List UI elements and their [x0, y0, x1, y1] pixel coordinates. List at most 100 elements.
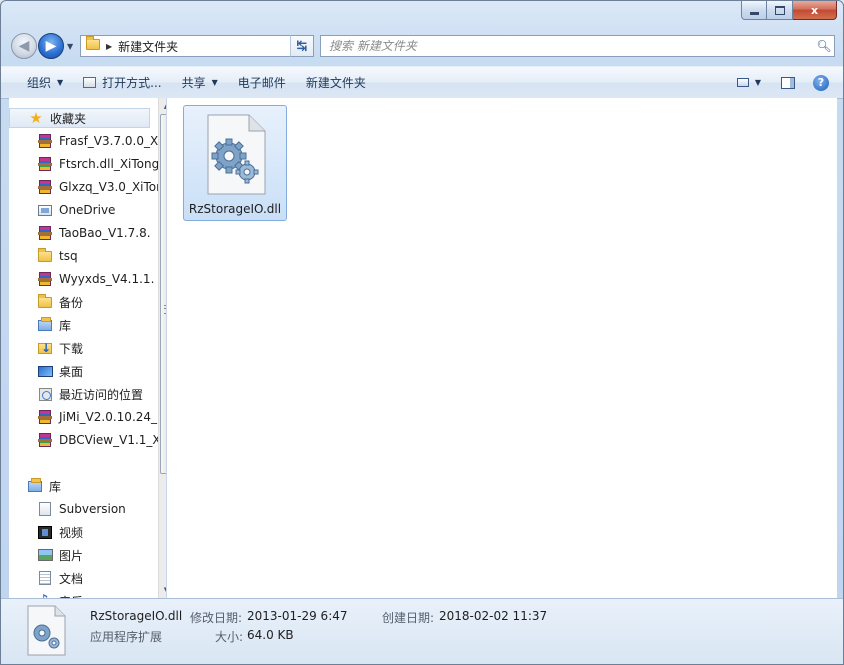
help-button[interactable]: ?	[807, 67, 843, 98]
caption-buttons: x	[741, 1, 837, 20]
share-label: 共享	[181, 76, 206, 90]
minimize-button[interactable]	[741, 1, 767, 20]
recent-pages-dropdown[interactable]: ▼	[67, 42, 73, 51]
open-with-icon	[83, 77, 97, 88]
tree-item-label: 库	[49, 479, 62, 494]
search-input[interactable]	[321, 38, 814, 54]
favorites-header[interactable]: ★ 收藏夹	[9, 108, 150, 128]
sidebar-library-item[interactable]: 文档	[9, 568, 166, 588]
rar-archive-icon	[37, 432, 53, 448]
sidebar-favorite-item[interactable]: OneDrive	[9, 200, 166, 220]
svn-library-icon	[37, 501, 53, 517]
sidebar-library-item[interactable]: 音乐	[9, 591, 166, 598]
navigation-pane-scrollbar[interactable]: ▲ ▼	[158, 98, 166, 598]
details-file-name: RzStorageIO.dll	[90, 609, 183, 623]
refresh-button[interactable]: ↹	[290, 35, 314, 57]
search-box[interactable]: 🔍︎	[320, 35, 835, 57]
change-view-button[interactable]	[733, 67, 753, 98]
tree-item-label: 文档	[59, 571, 84, 586]
email-button[interactable]: 电子邮件	[228, 67, 296, 98]
sidebar-favorite-item[interactable]: 库	[9, 315, 166, 335]
maximize-button[interactable]	[767, 1, 793, 20]
sidebar-favorite-item[interactable]: Ftsrch.dll_XiTongCheng	[9, 154, 166, 174]
details-size-value: 64.0 KB	[247, 628, 294, 642]
forward-button[interactable]: ▶	[38, 33, 64, 59]
tree-item-label: 库	[59, 318, 72, 333]
help-icon: ?	[813, 74, 829, 91]
tree-item-label: tsq	[59, 249, 78, 263]
view-options-dropdown[interactable]: ▼	[753, 67, 769, 98]
address-bar[interactable]: ▶ 新建文件夹 ▼	[80, 35, 314, 57]
toolbar-right-group: ▼ ?	[733, 67, 843, 98]
details-modified-label: 修改日期:	[190, 611, 243, 625]
close-icon: x	[810, 3, 819, 17]
search-icon[interactable]: 🔍︎	[814, 39, 834, 53]
sidebar-favorite-item[interactable]: Frasf_V3.7.0.0_XiTon	[9, 131, 166, 151]
file-item-selected[interactable]: RzStorageIO.dll	[183, 105, 287, 221]
sidebar-library-item[interactable]: Subversion	[9, 499, 166, 519]
tree-item-label: 收藏夹	[50, 111, 87, 126]
sidebar-favorite-item[interactable]: Glxzq_V3.0_XiTongCheng	[9, 177, 166, 197]
details-created-value: 2018-02-02 11:37	[439, 609, 548, 623]
sidebar-library-item[interactable]: 视频	[9, 522, 166, 542]
rar-archive-icon	[37, 271, 53, 287]
details-pane: RzStorageIO.dll 应用程序扩展 修改日期: 2013-01-29 …	[1, 598, 843, 664]
sidebar-library-item[interactable]: 图片	[9, 545, 166, 565]
new-folder-button[interactable]: 新建文件夹	[296, 67, 376, 98]
new-folder-label: 新建文件夹	[305, 76, 366, 90]
sidebar-favorite-item[interactable]: Wyyxds_V4.1.1.	[9, 269, 166, 289]
organize-menu-button[interactable]: 组织 ▼	[17, 67, 73, 98]
breadcrumb-chevron-icon[interactable]: ▶	[106, 42, 112, 51]
tree-item-label: Glxzq_V3.0_XiTongCheng	[59, 180, 166, 194]
folder-icon	[86, 36, 100, 53]
tree-item-label: JiMi_V2.0.10.24_	[59, 410, 158, 424]
pictures-library-icon	[37, 547, 53, 563]
desktop-icon	[37, 363, 53, 379]
scroll-down-icon[interactable]: ▼	[159, 582, 166, 598]
sidebar-favorite-item[interactable]: JiMi_V2.0.10.24_	[9, 407, 166, 427]
forward-arrow-icon: ▶	[45, 38, 57, 54]
sidebar-favorite-item[interactable]: 下载	[9, 338, 166, 358]
details-size-label: 大小:	[215, 630, 244, 644]
navigation-pane: ★ 收藏夹 Frasf_V3.7.0.0_XiTon Ftsrch.dll_XiTon…	[9, 98, 167, 598]
open-with-label: 打开方式...	[102, 76, 162, 90]
sidebar-favorite-item[interactable]: 备份	[9, 292, 166, 312]
sidebar-favorite-item[interactable]: DBCView_V1.1_X	[9, 430, 166, 450]
refresh-icon: ↹	[296, 38, 308, 54]
recent-places-icon	[37, 386, 53, 402]
favorites-star-icon: ★	[29, 109, 43, 127]
details-modified-value: 2013-01-29 6:47	[247, 609, 348, 623]
tree-item-label: OneDrive	[59, 203, 116, 217]
file-list-area[interactable]: RzStorageIO.dll	[167, 98, 837, 598]
tree-item-label: Wyyxds_V4.1.1.	[59, 272, 155, 286]
tree-item-label: DBCView_V1.1_X	[59, 433, 161, 447]
view-icon	[736, 78, 749, 87]
libraries-header[interactable]: 库	[9, 476, 166, 496]
details-file-type: 应用程序扩展	[90, 630, 163, 644]
chevron-down-icon: ▼	[754, 78, 761, 87]
sidebar-favorite-item[interactable]: TaoBao_V1.7.8.	[9, 223, 166, 243]
explorer-window: x ◀ ▶ ▼ ▶ 新建文件夹 ▼ ↹ 🔍︎ 组织 ▼ 打开方式... 共享 ▼	[0, 0, 844, 665]
back-button[interactable]: ◀	[11, 33, 37, 59]
open-with-button[interactable]: 打开方式...	[73, 67, 171, 98]
tree-item-label: Subversion	[59, 502, 126, 516]
scroll-up-icon[interactable]: ▲	[159, 98, 166, 114]
organize-label: 组织	[27, 76, 52, 90]
tree-item-label: 视频	[59, 525, 84, 540]
sidebar-favorite-item[interactable]: 最近访问的位置	[9, 384, 166, 404]
chevron-down-icon: ▼	[211, 78, 218, 87]
close-button[interactable]: x	[793, 1, 837, 20]
breadcrumb-current-folder[interactable]: 新建文件夹	[118, 38, 297, 55]
sidebar-favorite-item[interactable]: 桌面	[9, 361, 166, 381]
navigation-bar: ◀ ▶ ▼ ▶ 新建文件夹 ▼ ↹ 🔍︎	[1, 28, 843, 66]
downloads-icon	[37, 340, 53, 356]
tree-item-label: 桌面	[59, 364, 84, 379]
preview-pane-button[interactable]	[769, 67, 807, 98]
email-label: 电子邮件	[237, 76, 286, 90]
tree-item-label: 最近访问的位置	[59, 387, 144, 402]
tree-item-label: 下载	[59, 341, 84, 356]
scrollbar-thumb[interactable]	[160, 114, 166, 474]
tree-item-label: 备份	[59, 295, 84, 310]
share-menu-button[interactable]: 共享 ▼	[172, 67, 228, 98]
sidebar-favorite-item[interactable]: tsq	[9, 246, 166, 266]
